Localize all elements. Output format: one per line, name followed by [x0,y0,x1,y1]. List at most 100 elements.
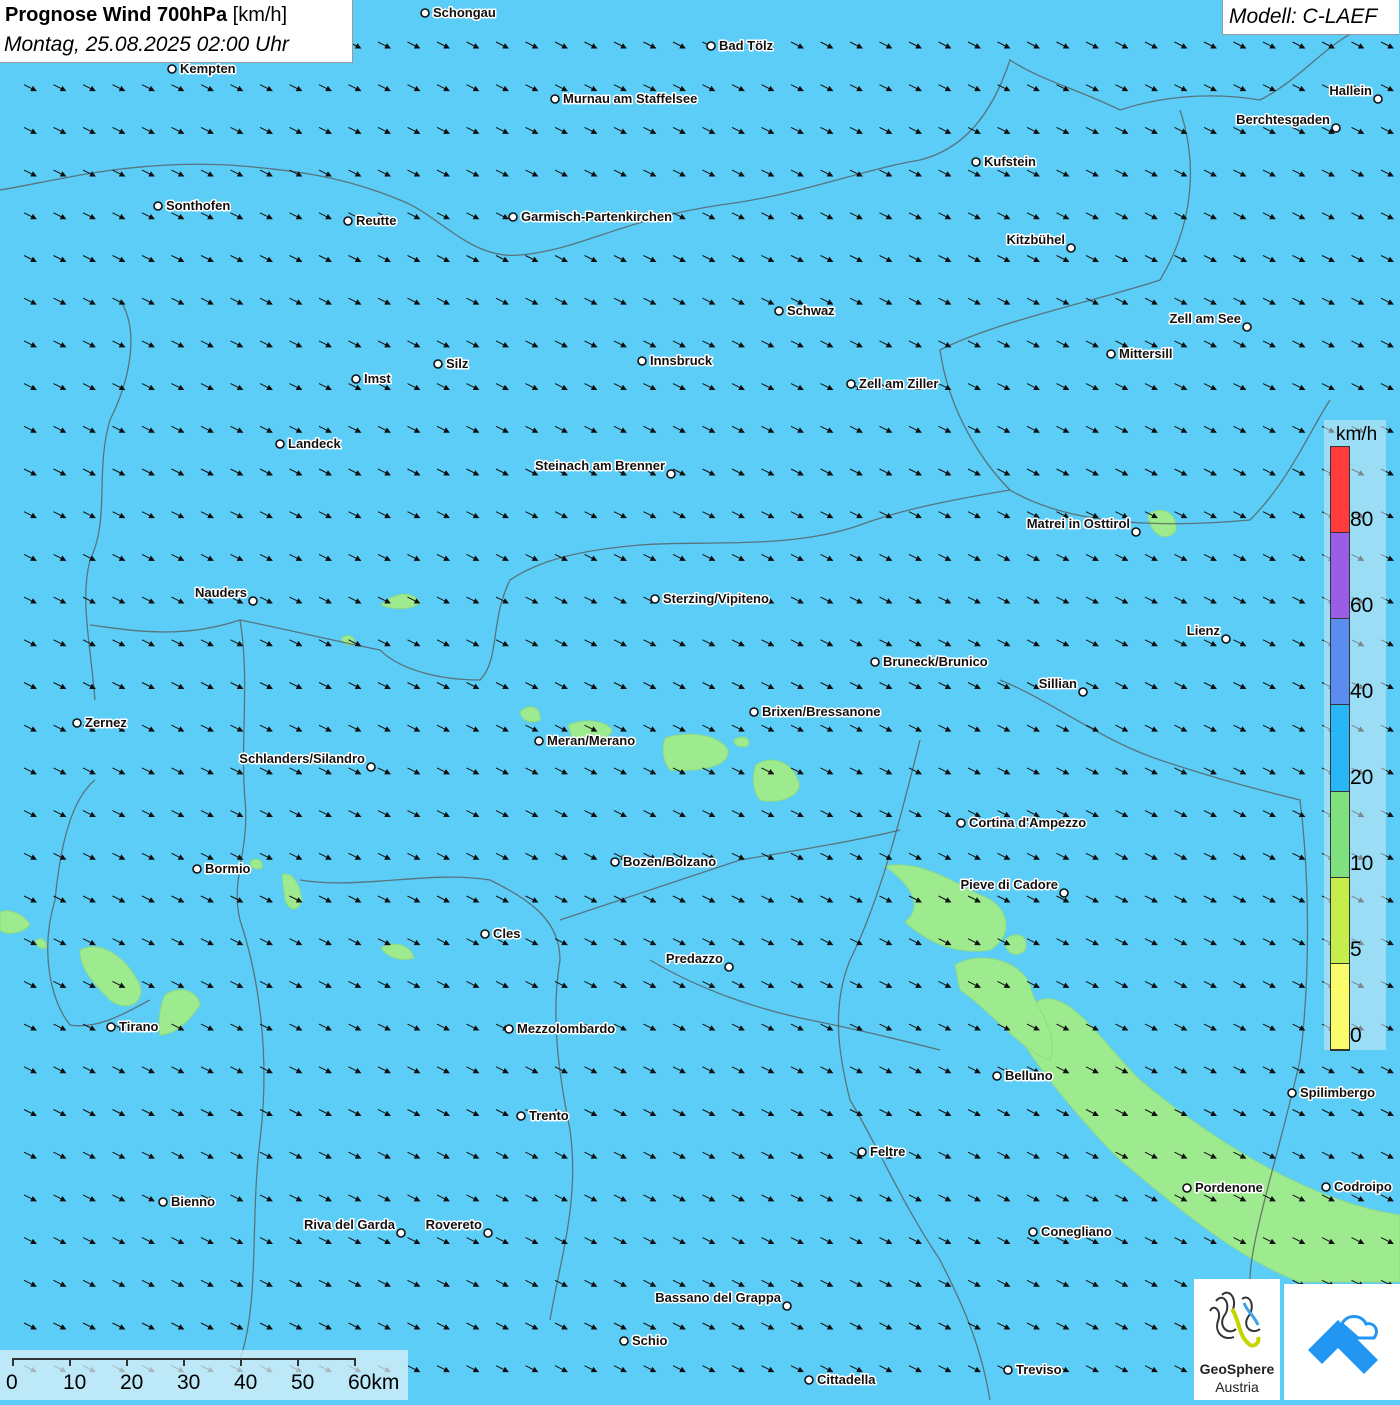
city-label: Landeck [288,436,342,451]
geosphere-logo: GeoSphere Austria [1194,1279,1280,1400]
city-dot [1059,888,1069,898]
scale-tick [12,1358,14,1366]
city-dot [637,356,647,366]
city-label: Bozen/Bolzano [623,854,716,869]
legend-segment [1331,447,1349,534]
city-dot [1242,322,1252,332]
city-label: Zell am Ziller [859,376,938,391]
city-label: Trento [529,1108,569,1123]
legend-tick-label: 20 [1350,766,1374,789]
city-dot [666,469,676,479]
city-label: Zernez [85,715,127,730]
city-label: Codroipo [1334,1179,1392,1194]
legend-segment [1331,791,1349,878]
city-dot [550,94,560,104]
scale-label: 30 [177,1371,201,1394]
city-marker: Bruneck/Brunico [870,653,989,671]
app-logo-icon [1308,1315,1378,1374]
city-dot [366,762,376,772]
city-label: Bassano del Grappa [655,1290,781,1305]
city-label: Sonthofen [166,198,230,213]
city-dot [1373,94,1383,104]
city-marker: Bozen/Bolzano [610,853,718,871]
city-label: Steinach am Brenner [535,458,665,473]
calm-area [733,736,750,748]
city-dot [706,41,716,51]
city-label: Bormio [205,861,251,876]
city-marker: Conegliano [1028,1223,1113,1241]
city-label: Kufstein [984,154,1036,169]
city-marker: Sterzing/Vipiteno [650,590,770,608]
city-label: Feltre [870,1144,905,1159]
scale-label: 10 [63,1371,87,1394]
city-marker: Sonthofen [153,197,232,215]
city-dot [420,8,430,18]
scale-label: 40 [234,1371,258,1394]
city-dot [158,1197,168,1207]
city-label: Imst [364,371,391,386]
color-legend: km/h 80 60 40 20 10 5 0 [1324,420,1386,1051]
city-label: Kempten [180,61,236,76]
city-marker: Meran/Merano [534,732,637,750]
city-dot [1321,1182,1331,1192]
legend-tick-label: 5 [1350,938,1362,961]
model-panel: Modell: C-LAEF [1222,0,1399,35]
city-label: Garmisch-Partenkirchen [521,209,672,224]
city-dot [72,718,82,728]
legend-segment [1331,963,1349,1050]
city-dot [433,359,443,369]
city-label: Bruneck/Brunico [883,654,988,669]
logo-country: Austria [1215,1379,1259,1395]
city-label: Rovereto [426,1217,482,1232]
calm-area [249,858,263,870]
scale-tick [126,1358,128,1366]
city-dot [1028,1227,1038,1237]
city-dot [1003,1365,1013,1375]
city-dot [396,1228,406,1238]
city-marker: Brixen/Bressanone [749,703,882,721]
city-dot [846,379,856,389]
city-label: Silz [446,356,469,371]
city-label: Nauders [195,585,247,600]
city-label: Cles [493,926,520,941]
city-label: Predazzo [666,951,723,966]
legend-tick-label: 80 [1350,508,1374,531]
legend-tick-label: 40 [1350,680,1374,703]
city-label: Bad Tölz [719,38,774,53]
city-label: Reutte [356,213,396,228]
city-dot [1287,1088,1297,1098]
scale-tick [183,1358,185,1366]
city-label: Cittadella [817,1372,876,1387]
city-marker: Innsbruck [637,352,714,370]
city-label: Conegliano [1041,1224,1112,1239]
city-dot [192,864,202,874]
city-label: Tirano [119,1019,159,1034]
city-label: Sillian [1039,676,1077,691]
title-panel: Prognose Wind 700hPa [km/h] Montag, 25.0… [0,0,353,63]
city-dot [534,736,544,746]
city-label: Zell am See [1169,311,1241,326]
city-dot [774,306,784,316]
legend-segment [1331,619,1349,706]
city-dot [504,1024,514,1034]
city-dot [153,201,163,211]
city-label: Bienno [171,1194,215,1209]
city-label: Treviso [1016,1362,1062,1377]
city-label: Riva del Garda [304,1217,396,1232]
city-marker: Cortina d'Ampezzo [956,814,1088,832]
scale-label: 0 [6,1371,18,1394]
city-dot [749,707,759,717]
city-dot [508,212,518,222]
city-dot [483,1228,493,1238]
scale-label: 60km [348,1371,400,1394]
city-label: Cortina d'Ampezzo [969,815,1086,830]
map-title: Prognose Wind 700hPa [km/h] [5,4,287,27]
scale-tick [297,1358,299,1366]
scale-bar: 0 10 20 30 40 50 60km [0,1350,408,1400]
city-dot [610,857,620,867]
city-marker: Murnau am Staffelsee [550,90,699,108]
city-dot [870,657,880,667]
city-label: Schio [632,1333,667,1348]
legend-segment [1331,877,1349,964]
legend-tick-label: 10 [1350,852,1374,875]
